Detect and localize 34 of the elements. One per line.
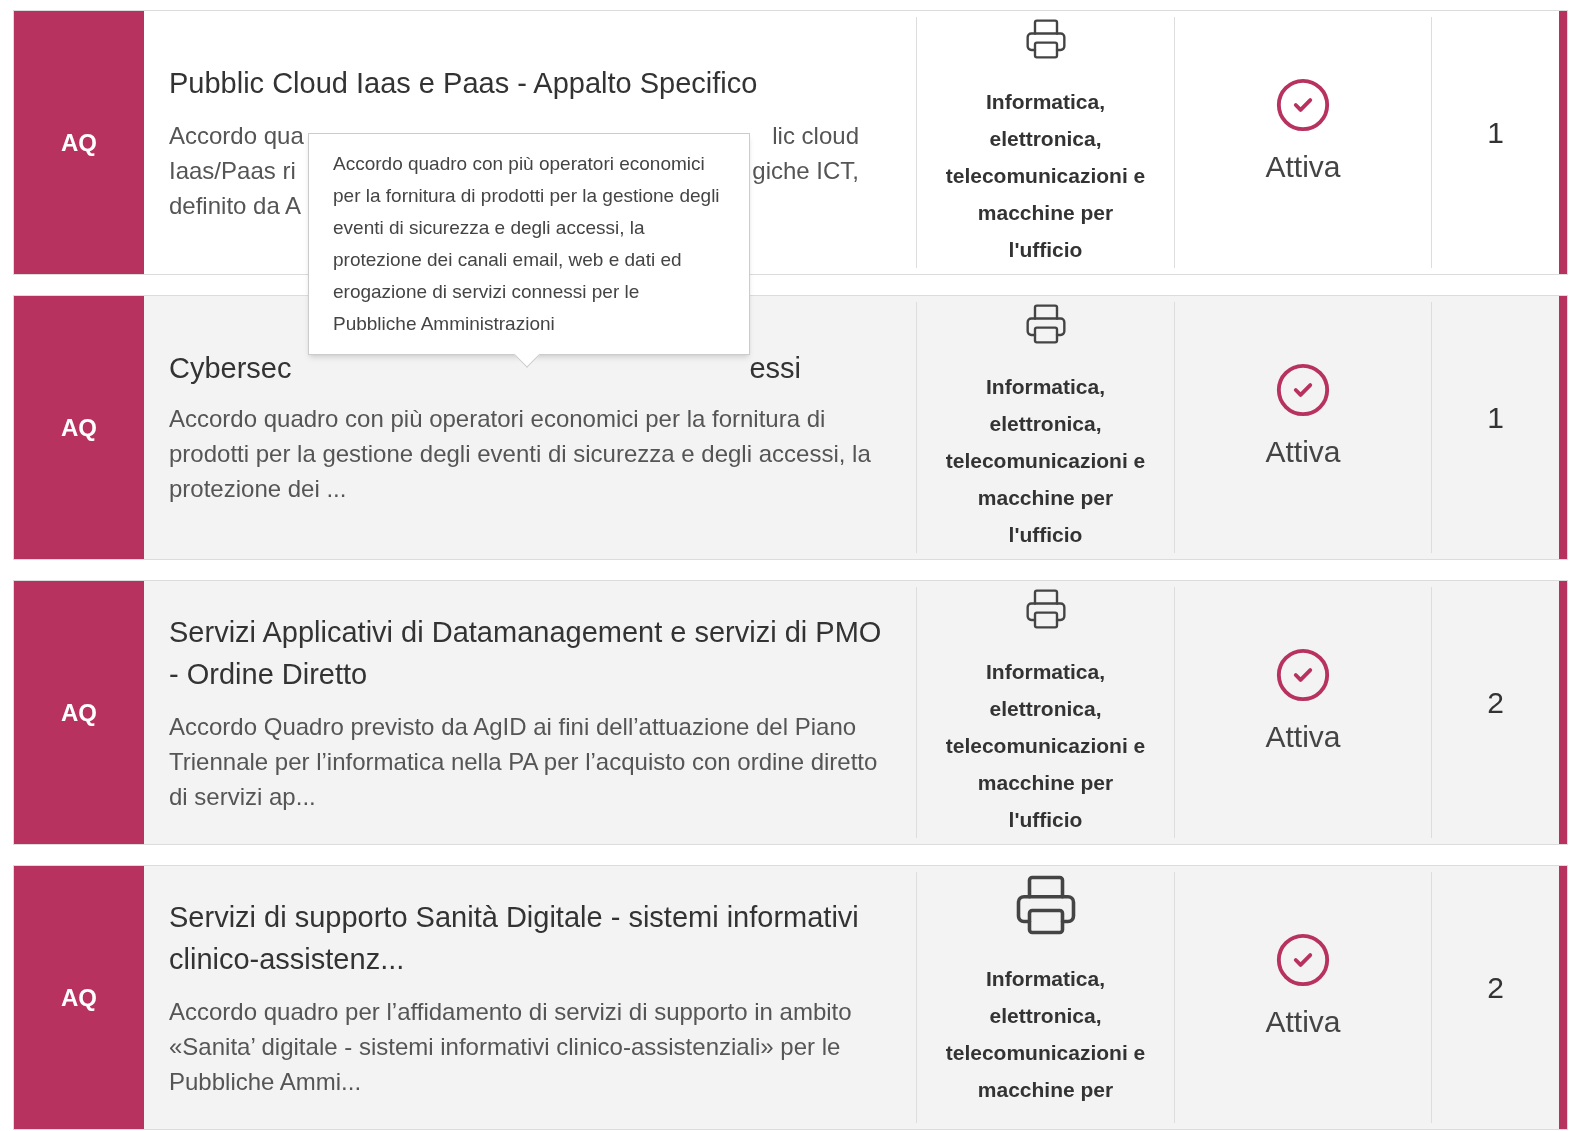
card-title[interactable]: essi xyxy=(749,349,801,387)
check-circle-icon xyxy=(1274,931,1332,989)
card-title[interactable]: Servizi di supporto Sanità Digitale - sistemi informativi clinico-assistenz... xyxy=(169,896,891,980)
card-description: definito da A xyxy=(169,191,302,221)
card-title[interactable]: Cybersec xyxy=(169,349,292,387)
type-badge: AQ xyxy=(14,866,144,1129)
status-label: Attiva xyxy=(1265,1004,1341,1040)
status-label: Attiva xyxy=(1265,434,1341,470)
card-description: Accordo qua xyxy=(169,121,304,151)
category-label: Informatica, elettronica, telecomunicazioni e macchine per xyxy=(944,966,1147,1103)
check-circle-icon xyxy=(1274,646,1332,704)
card-description: Accordo quadro con più operatori economici per la fornitura di prodotti per la gestione degli eventi di sicurezza e degli accessi, la protezione dei ... xyxy=(169,404,872,504)
count-value: 2 xyxy=(1487,970,1504,1006)
type-badge: AQ xyxy=(14,296,144,559)
type-badge: AQ xyxy=(14,581,144,844)
card-title[interactable]: Servizi Applicativi di Datamanagement e servizi di PMO - Ordine Diretto xyxy=(169,611,891,695)
check-circle-icon xyxy=(1274,76,1332,134)
type-badge: AQ xyxy=(14,11,144,274)
check-circle-icon xyxy=(1274,361,1332,419)
category-label: Informatica, elettronica, telecomunicazioni e macchine per l'ufficio xyxy=(944,374,1147,548)
card-description: giche ICT, xyxy=(752,156,859,186)
status-label: Attiva xyxy=(1265,719,1341,755)
tooltip: Accordo quadro con più operatori economici per la fornitura di prodotti per la gestione degli eventi di sicurezza e degli accessi, la protezione dei canali email, web e dati ed erogazione di servizi connessi per le Pubbliche Amministrazioni xyxy=(308,133,750,355)
count-value: 1 xyxy=(1487,115,1504,151)
card-description: Accordo quadro per l’affidamento di servizi di supporto in ambito «Sanita’ digitale - sistemi informativi clinico-assistenziali» per le Pubbliche Ammi... xyxy=(169,997,853,1097)
category-label: Informatica, elettronica, telecomunicazioni e macchine per l'ufficio xyxy=(944,659,1147,833)
count-value: 2 xyxy=(1487,685,1504,721)
status-label: Attiva xyxy=(1265,149,1341,185)
card-description: lic cloud xyxy=(772,121,859,151)
card-title[interactable]: Pubblic Cloud Iaas e Paas - Appalto Specifico xyxy=(169,62,891,104)
card-description: Accordo Quadro previsto da AgID ai fini dell’attuazione del Piano Triennale per l’informatica nella PA per l’acquisto con ordine diretto di servizi ap... xyxy=(169,712,879,812)
count-value: 1 xyxy=(1487,400,1504,436)
category-label: Informatica, elettronica, telecomunicazioni e macchine per l'ufficio xyxy=(944,89,1147,263)
card-description: Iaas/Paas ri xyxy=(169,156,296,186)
